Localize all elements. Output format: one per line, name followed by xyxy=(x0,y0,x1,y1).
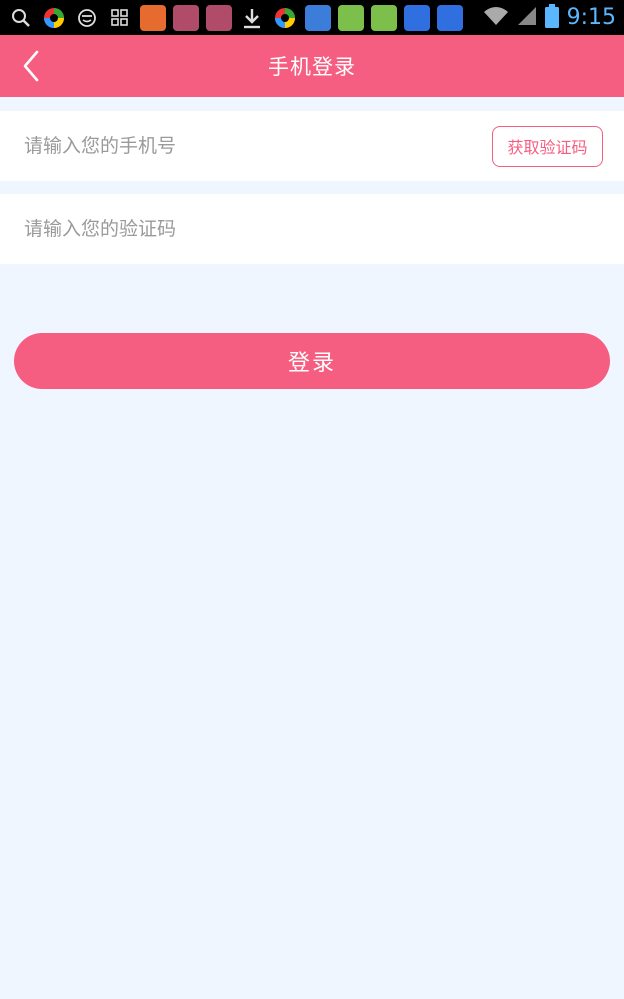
colorful-app-icon xyxy=(41,5,67,31)
games-app-icon xyxy=(371,4,397,31)
status-right: 9:15 xyxy=(483,3,616,32)
baidu-icon xyxy=(404,4,430,31)
page-title: 手机登录 xyxy=(268,55,356,79)
smiley-icon xyxy=(74,5,100,31)
baidu-icon xyxy=(437,4,463,31)
games-app-icon xyxy=(338,4,364,31)
music-app-icon xyxy=(173,4,199,31)
search-icon xyxy=(8,5,34,31)
phone-input[interactable] xyxy=(22,134,492,158)
apps-grid-icon xyxy=(107,5,133,31)
signal-icon xyxy=(517,6,537,30)
colorful-app-icon xyxy=(272,5,298,31)
code-input[interactable] xyxy=(22,217,603,241)
wifi-icon xyxy=(483,6,509,30)
app-header: 手机登录 xyxy=(0,35,624,97)
download-icon xyxy=(239,5,265,31)
back-button[interactable] xyxy=(14,49,48,83)
battery-icon xyxy=(544,3,559,32)
clock: 9:15 xyxy=(566,5,616,30)
chevron-left-icon xyxy=(23,50,39,82)
status-bar: 9:15 xyxy=(0,0,624,35)
get-code-button[interactable]: 获取验证码 xyxy=(492,125,603,167)
app-tile-icon xyxy=(140,4,166,31)
music-app-icon xyxy=(206,4,232,31)
login-button[interactable]: 登录 xyxy=(14,333,610,389)
code-field-row xyxy=(0,194,624,264)
phone-field-row: 获取验证码 xyxy=(0,111,624,181)
notes-app-icon xyxy=(305,4,331,31)
